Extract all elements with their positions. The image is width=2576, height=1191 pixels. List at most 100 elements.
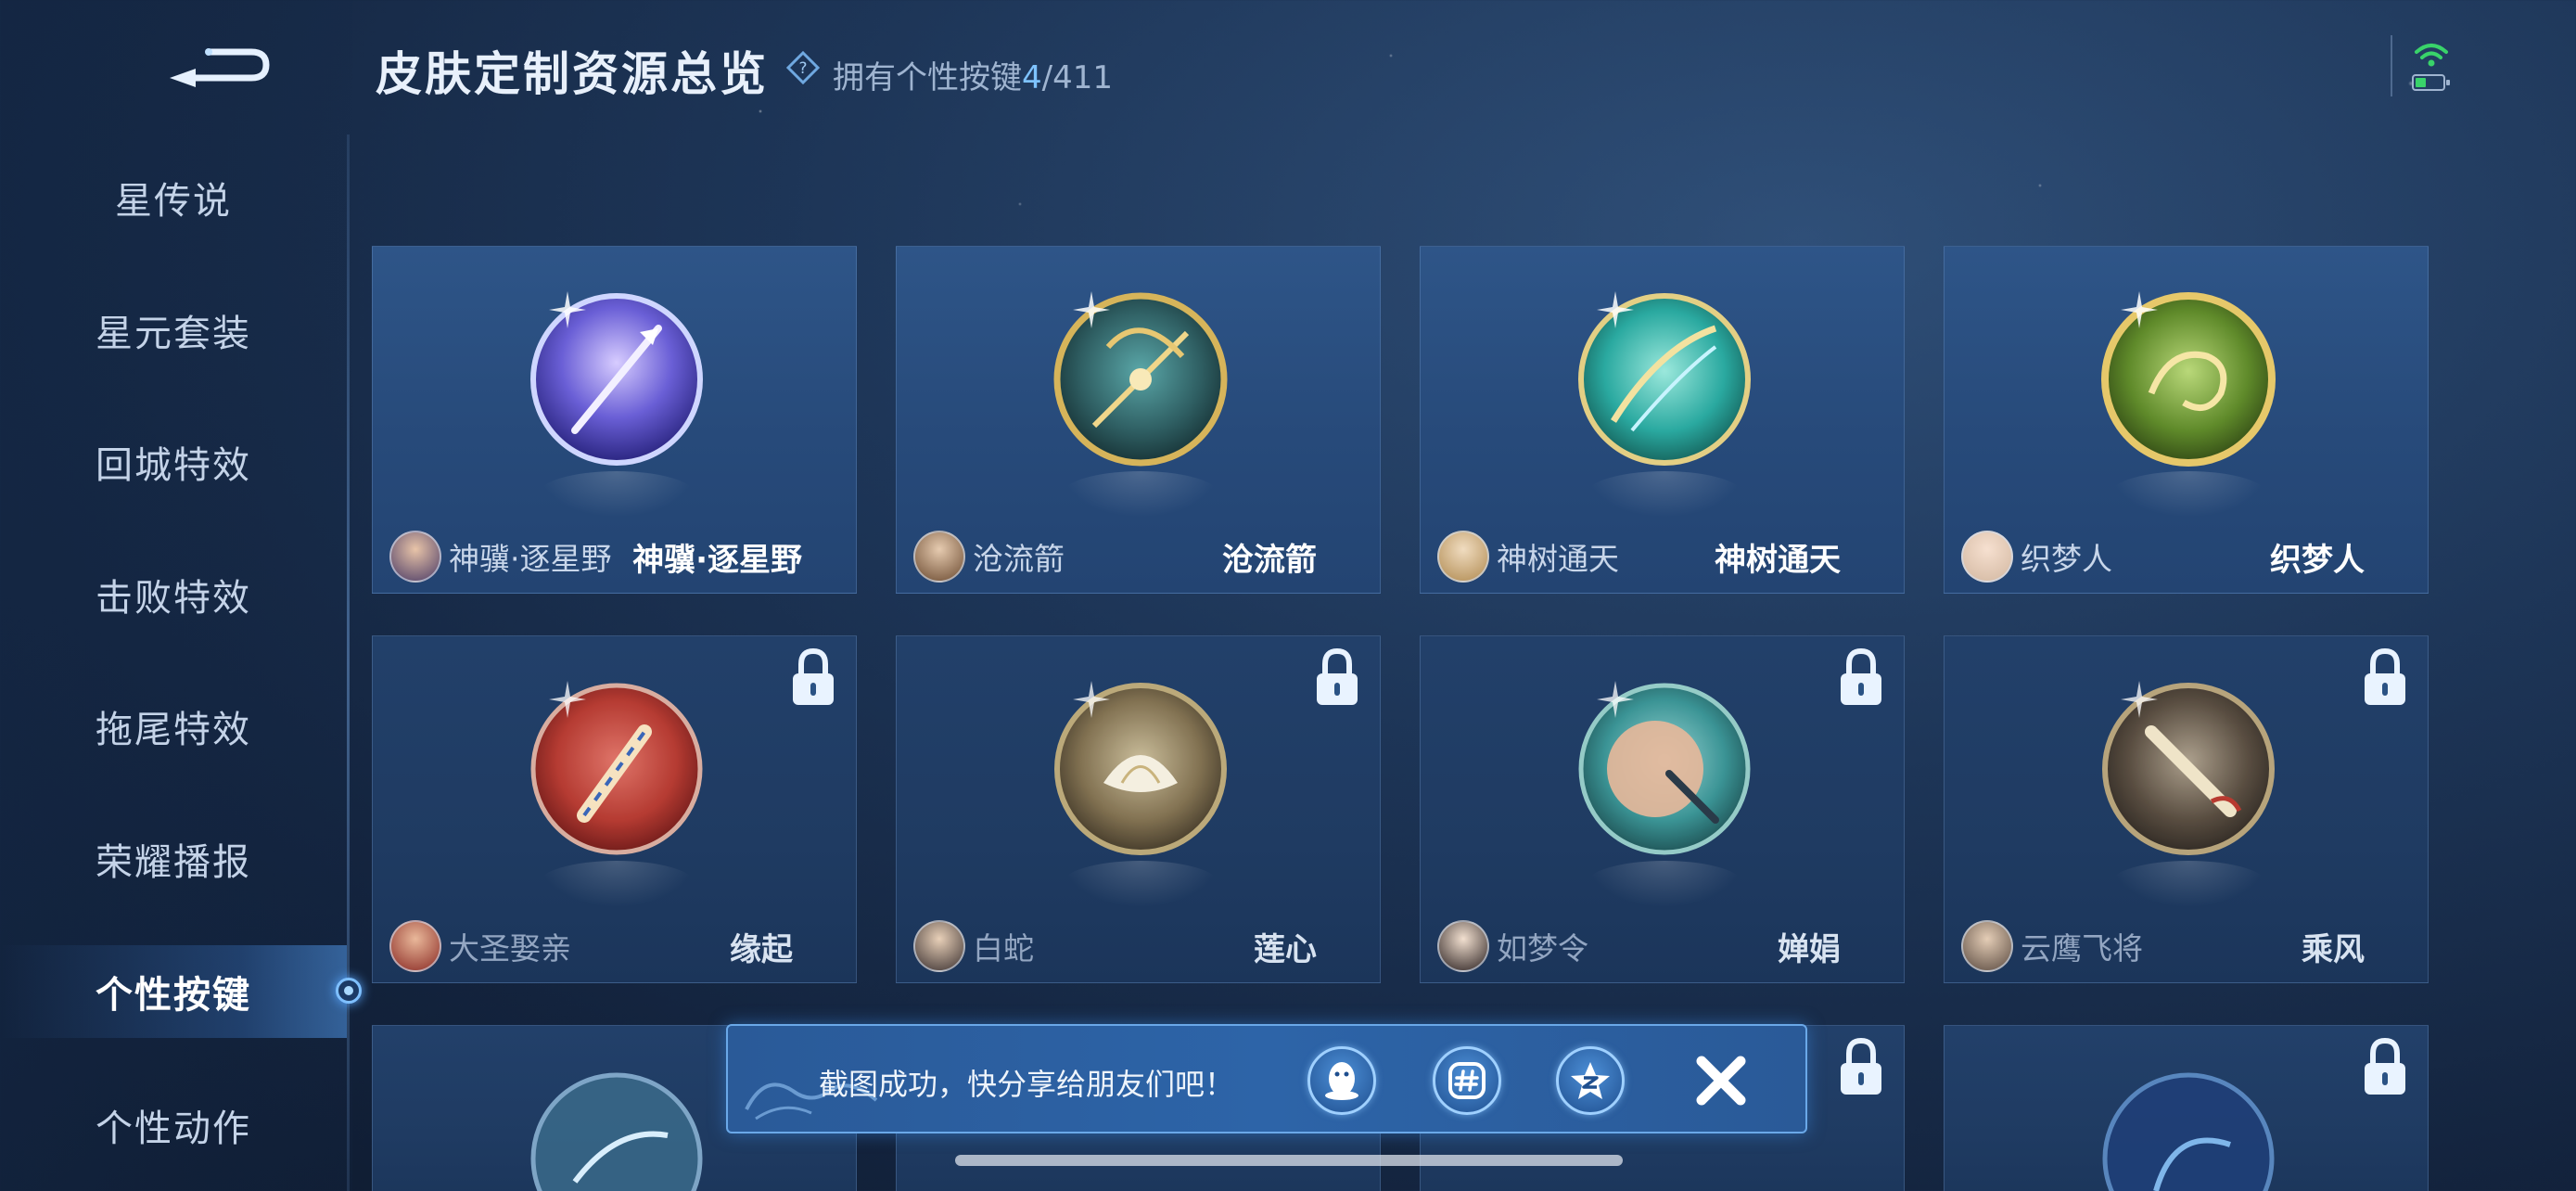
skin-button-icon	[530, 1072, 703, 1191]
hero-name: 神树通天	[1497, 541, 1619, 577]
sparkle-icon	[549, 291, 586, 328]
icon-reflection	[1062, 471, 1219, 518]
hero-avatar	[913, 531, 965, 583]
skin-button-icon	[2102, 1072, 2275, 1191]
icon-reflection	[2110, 471, 2267, 518]
card-footer: 如梦令 婵娟	[1421, 910, 1904, 982]
share-topic-button[interactable]	[1433, 1046, 1501, 1115]
hero-name: 沧流箭	[973, 541, 1065, 577]
icon-reflection	[1586, 861, 1743, 907]
hero-name: 如梦令	[1497, 930, 1588, 967]
hashtag-icon	[1448, 1062, 1486, 1099]
sidebar-item-xingyuan-taozhuang[interactable]: 星元套装	[0, 284, 347, 377]
lock-icon	[2365, 647, 2405, 705]
sidebar-item-gexing-dongzuo[interactable]: 个性动作	[0, 1079, 347, 1172]
sidebar-item-label: 荣耀播报	[96, 841, 251, 884]
toast-close-button[interactable]	[1689, 1048, 1753, 1113]
card-footer: 白蛇 莲心	[897, 910, 1380, 982]
skin-name: 乘风	[2302, 930, 2365, 968]
help-button[interactable]: ?	[786, 51, 820, 84]
hero-name: 大圣娶亲	[449, 930, 571, 967]
card-footer: 织梦人 织梦人	[1945, 520, 2428, 593]
sidebar-item-label: 个性按键	[96, 974, 251, 1017]
sparkle-icon	[549, 681, 586, 718]
skin-card-locked[interactable]	[1944, 1025, 2429, 1191]
sparkle-icon	[1073, 291, 1110, 328]
background-stars	[0, 0, 2576, 1191]
sidebar-item-label: 回城特效	[96, 444, 251, 487]
card-footer: 大圣娶亲 缘起	[373, 910, 856, 982]
lock-icon	[1317, 647, 1358, 705]
sidebar-item-jibai-texiao[interactable]: 击败特效	[0, 548, 347, 641]
toast-message: 截图成功，快分享给朋友们吧！	[819, 1067, 1235, 1102]
icon-reflection	[2110, 861, 2267, 907]
owned-count: 4	[1022, 59, 1042, 96]
hero-name: 云鹰飞将	[2021, 930, 2143, 967]
sparkle-icon	[2121, 291, 2158, 328]
lock-icon	[1841, 647, 1881, 705]
icon-reflection	[538, 861, 695, 907]
hero-avatar	[913, 920, 965, 972]
close-icon	[1696, 1056, 1746, 1106]
hero-avatar	[389, 920, 441, 972]
skin-name: 神骥·逐星野	[632, 541, 802, 579]
skin-card[interactable]: 织梦人 织梦人	[1944, 246, 2429, 594]
sidebar-divider	[347, 134, 350, 1191]
sidebar-item-label: 星元套装	[96, 313, 251, 355]
sidebar-item-label: 个性动作	[96, 1108, 251, 1150]
hero-avatar	[1961, 531, 2013, 583]
card-footer: 云鹰飞将 乘风	[1945, 910, 2428, 982]
sidebar-item-label: 星传说	[115, 180, 232, 223]
card-footer: 神树通天 神树通天	[1421, 520, 1904, 593]
sparkle-icon	[2121, 681, 2158, 718]
icon-reflection	[538, 471, 695, 518]
sparkle-icon	[1073, 681, 1110, 718]
hero-avatar	[1961, 920, 2013, 972]
home-indicator[interactable]	[955, 1155, 1623, 1166]
hero-name: 神骥·逐星野	[449, 541, 612, 577]
card-footer: 沧流箭 沧流箭	[897, 520, 1380, 593]
skin-name: 神树通天	[1715, 541, 1841, 579]
icon-reflection	[1586, 471, 1743, 518]
skin-card-locked[interactable]: 白蛇 莲心	[896, 635, 1381, 983]
page-title: 皮肤定制资源总览	[376, 47, 769, 101]
qzone-star-icon	[1571, 1062, 1610, 1099]
lock-icon	[1841, 1037, 1881, 1095]
back-button[interactable]	[158, 28, 278, 102]
sidebar-item-tuowei-texiao[interactable]: 拖尾特效	[0, 680, 347, 773]
skin-card-locked[interactable]: 云鹰飞将 乘风	[1944, 635, 2429, 983]
lock-icon	[793, 647, 834, 705]
skin-name: 织梦人	[2270, 541, 2365, 579]
battery-icon	[2412, 74, 2450, 91]
hero-avatar	[1437, 531, 1489, 583]
skin-card-locked[interactable]: 如梦令 婵娟	[1420, 635, 1905, 983]
skin-card[interactable]: 神骥·逐星野 神骥·逐星野	[372, 246, 857, 594]
screenshot-share-toast: 截图成功，快分享给朋友们吧！	[726, 1024, 1807, 1133]
icon-reflection	[1062, 861, 1219, 907]
skin-name: 缘起	[730, 930, 793, 968]
skin-card[interactable]: 神树通天 神树通天	[1420, 246, 1905, 594]
sidebar-item-xingchuanshuo[interactable]: 星传说	[0, 151, 347, 244]
owned-prefix: 拥有个性按键	[833, 59, 1022, 96]
sidebar-item-label: 击败特效	[96, 577, 251, 620]
sidebar-item-huicheng-texiao[interactable]: 回城特效	[0, 416, 347, 508]
skin-card[interactable]: 沧流箭 沧流箭	[896, 246, 1381, 594]
sidebar-item-rongyao-bobao[interactable]: 荣耀播报	[0, 813, 347, 905]
question-diamond-icon: ?	[786, 51, 820, 84]
back-arrow-icon	[170, 48, 270, 87]
sparkle-icon	[1597, 681, 1634, 718]
wifi-icon	[2415, 44, 2448, 67]
share-qzone-button[interactable]	[1556, 1046, 1625, 1115]
sidebar-item-gexing-anjian[interactable]: 个性按键	[0, 945, 347, 1038]
lock-icon	[2365, 1037, 2405, 1095]
share-qq-button[interactable]	[1307, 1046, 1376, 1115]
skin-name: 莲心	[1254, 930, 1317, 968]
hero-name: 白蛇	[973, 930, 1034, 967]
skin-card-locked[interactable]: 大圣娶亲 缘起	[372, 635, 857, 983]
skin-name: 沧流箭	[1222, 541, 1317, 579]
hero-avatar	[389, 531, 441, 583]
skin-name: 婵娟	[1778, 930, 1841, 968]
sparkle-icon	[1597, 291, 1634, 328]
hero-name: 织梦人	[2021, 541, 2112, 577]
owned-buttons-summary: 拥有个性按键4/411	[833, 52, 1113, 97]
